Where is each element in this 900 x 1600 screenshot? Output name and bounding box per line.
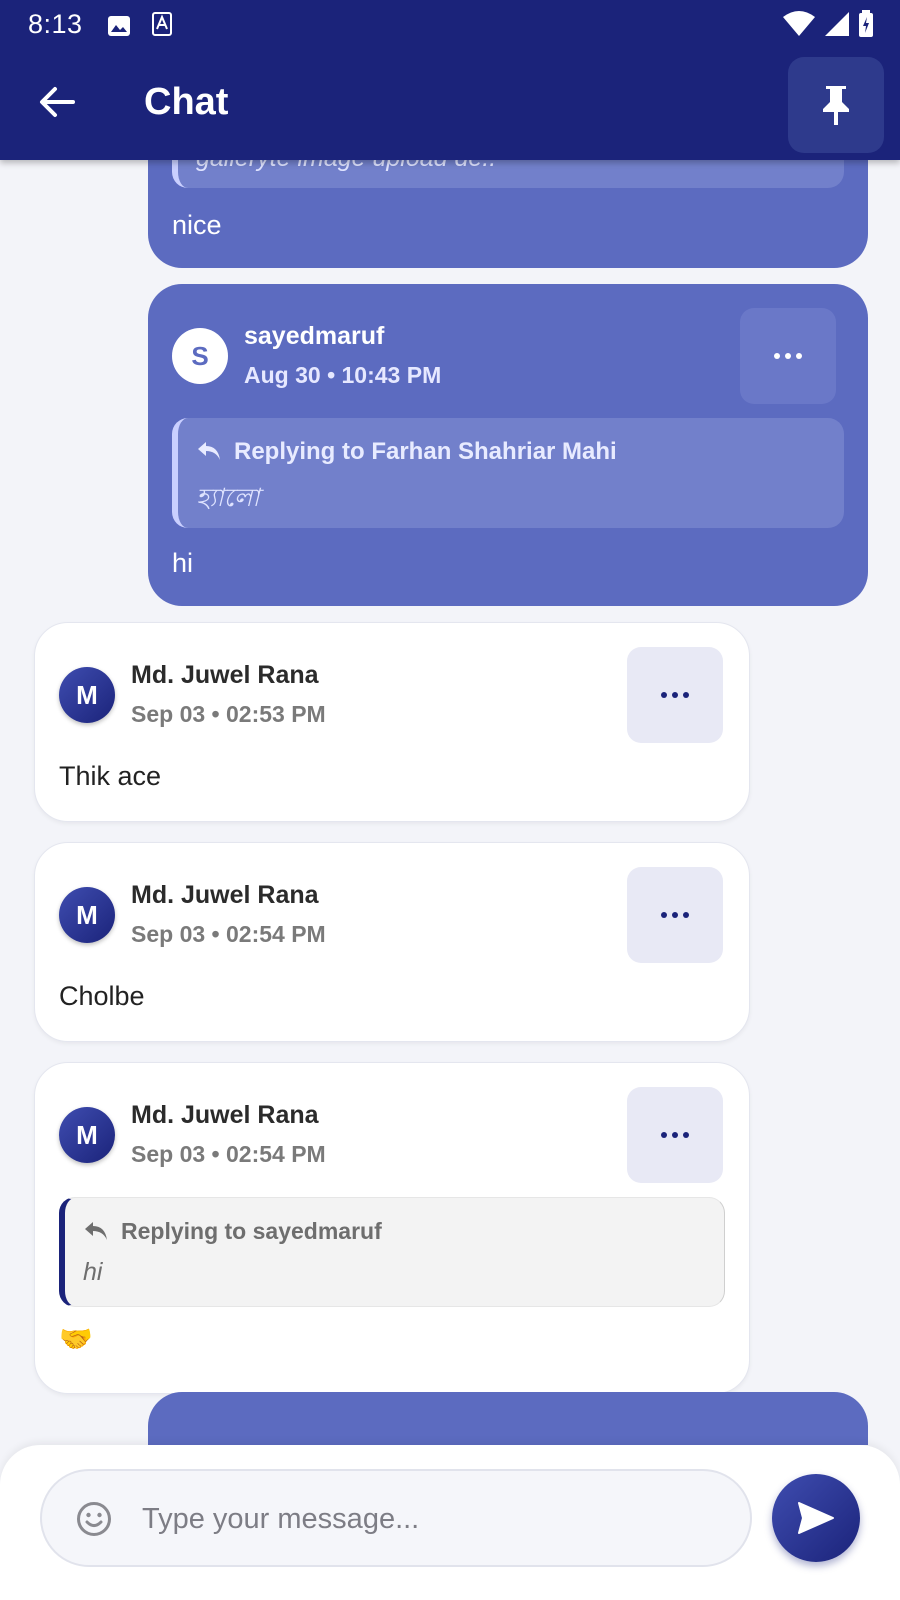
pin-icon xyxy=(823,86,849,125)
message-header: S sayedmaruf Aug 30 • 10:43 PM xyxy=(172,308,836,404)
more-dot xyxy=(672,912,678,918)
gallery-notification-icon xyxy=(107,13,131,44)
reply-icon xyxy=(85,1222,107,1240)
battery-icon xyxy=(859,10,873,37)
message-options-button[interactable] xyxy=(740,308,836,404)
toolbar: Chat xyxy=(0,55,900,155)
avatar: M xyxy=(59,667,115,723)
emoji-icon xyxy=(77,1502,111,1536)
reply-to-label: Replying to sayedmaruf xyxy=(121,1218,382,1244)
more-dot xyxy=(785,353,791,359)
message-bubble-incoming[interactable]: M Md. Juwel Rana Sep 03 • 02:53 PM Thik … xyxy=(34,622,750,822)
page-title: Chat xyxy=(144,81,229,123)
message-bubble-incoming[interactable]: M Md. Juwel Rana Sep 03 • 02:54 PM Reply… xyxy=(34,1062,750,1394)
sender-name: sayedmaruf xyxy=(244,322,385,350)
message-timestamp: Aug 30 • 10:43 PM xyxy=(244,362,442,388)
pin-button[interactable] xyxy=(788,57,884,153)
status-indicators xyxy=(782,10,874,38)
more-dot xyxy=(683,912,689,918)
send-icon xyxy=(798,1502,834,1534)
back-button[interactable] xyxy=(32,77,82,127)
message-text: nice xyxy=(172,210,222,240)
more-dot xyxy=(661,692,667,698)
avatar: M xyxy=(59,887,115,943)
message-timestamp: Sep 03 • 02:53 PM xyxy=(131,701,326,727)
status-bar: 8:13 xyxy=(0,0,900,50)
app-notification-icon xyxy=(152,12,172,43)
reply-preview[interactable]: Replying to Farhan Shahriar Mahi হ্যালো xyxy=(172,418,844,528)
message-options-button[interactable] xyxy=(627,1087,723,1183)
reply-icon xyxy=(198,442,220,460)
message-header: M Md. Juwel Rana Sep 03 • 02:54 PM xyxy=(59,867,723,963)
message-header: M Md. Juwel Rana Sep 03 • 02:53 PM xyxy=(59,647,723,743)
app-bar: 8:13 Chat xyxy=(0,0,900,160)
message-bubble-outgoing[interactable] xyxy=(148,1392,868,1445)
message-text: hi xyxy=(172,548,194,578)
message-header: M Md. Juwel Rana Sep 03 • 02:54 PM xyxy=(59,1087,723,1183)
sender-name: Md. Juwel Rana xyxy=(131,661,319,689)
send-button[interactable] xyxy=(772,1474,860,1562)
more-dot xyxy=(774,353,780,359)
more-dot xyxy=(661,1132,667,1138)
sender-name: Md. Juwel Rana xyxy=(131,1101,319,1129)
status-time: 8:13 xyxy=(28,9,83,39)
message-bubble-incoming[interactable]: M Md. Juwel Rana Sep 03 • 02:54 PM Cholb… xyxy=(34,842,750,1042)
reply-preview[interactable]: Replying to sayedmaruf hi xyxy=(59,1197,725,1307)
message-bubble-outgoing[interactable]: S sayedmaruf Aug 30 • 10:43 PM Replying … xyxy=(148,284,868,606)
more-dot xyxy=(661,912,667,918)
reply-preview-text: hi xyxy=(83,1258,103,1286)
reply-to-label: Replying to Farhan Shahriar Mahi xyxy=(234,438,617,465)
more-dot xyxy=(796,353,802,359)
message-bubble-outgoing[interactable]: galleryte image upload de.. nice xyxy=(148,160,868,268)
message-input-container[interactable] xyxy=(40,1469,752,1567)
avatar: S xyxy=(172,328,228,384)
message-options-button[interactable] xyxy=(627,867,723,963)
message-text: Cholbe xyxy=(59,981,145,1011)
reply-preview[interactable]: galleryte image upload de.. xyxy=(172,160,844,188)
message-list[interactable]: galleryte image upload de.. nice S sayed… xyxy=(0,160,900,1445)
arrow-left-icon xyxy=(40,87,75,117)
reply-preview-text: হ্যালো xyxy=(196,484,260,512)
wifi-icon xyxy=(783,11,815,36)
signal-icon xyxy=(825,12,849,36)
reply-preview-text: galleryte image upload de.. xyxy=(196,160,496,173)
message-composer xyxy=(0,1445,900,1600)
message-input[interactable] xyxy=(142,1489,722,1549)
message-timestamp: Sep 03 • 02:54 PM xyxy=(131,921,326,947)
more-dot xyxy=(683,692,689,698)
more-dot xyxy=(683,1132,689,1138)
message-options-button[interactable] xyxy=(627,647,723,743)
message-emoji: 🤝 xyxy=(59,1324,93,1354)
avatar: M xyxy=(59,1107,115,1163)
sender-name: Md. Juwel Rana xyxy=(131,881,319,909)
message-text: Thik ace xyxy=(59,761,162,791)
more-dot xyxy=(672,1132,678,1138)
emoji-button[interactable] xyxy=(76,1501,112,1537)
more-dot xyxy=(672,692,678,698)
message-timestamp: Sep 03 • 02:54 PM xyxy=(131,1141,326,1167)
